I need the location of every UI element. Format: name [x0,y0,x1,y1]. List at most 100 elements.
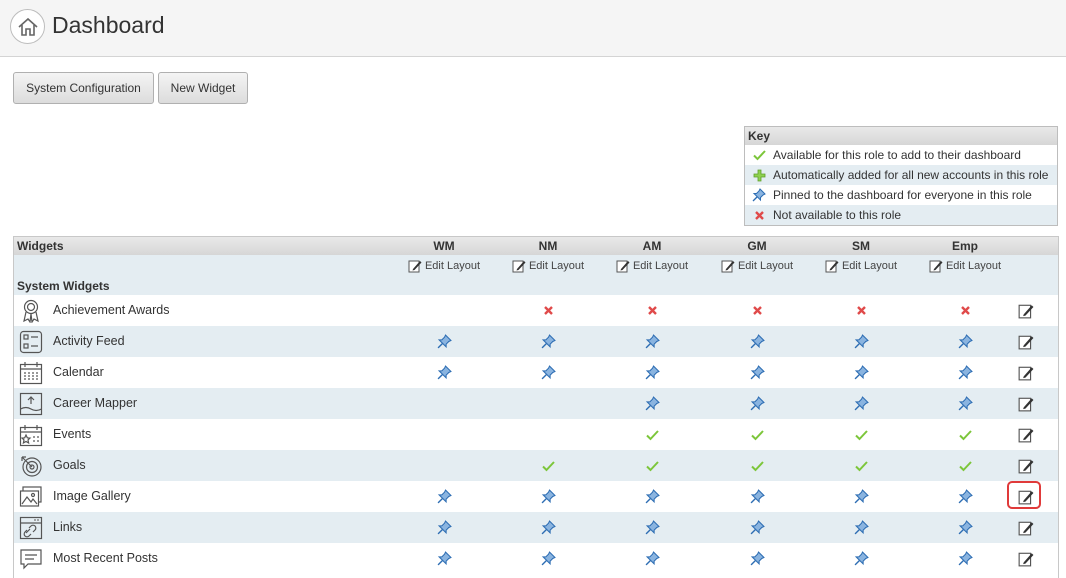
pin-icon [958,334,973,349]
role-cell-sm[interactable] [841,388,881,419]
edit-widget-button[interactable] [1011,543,1041,574]
edit-widget-button[interactable] [1007,481,1041,512]
role-cell-am[interactable] [632,481,672,512]
role-cell-sm[interactable] [841,326,881,357]
pin-icon [437,489,452,504]
role-cell-gm[interactable] [737,512,777,543]
role-cell-sm[interactable] [841,512,881,543]
role-cell-emp[interactable] [945,481,985,512]
new-widget-button[interactable]: New Widget [158,72,248,104]
role-cell-am[interactable] [632,512,672,543]
role-cell-sm[interactable] [841,419,881,450]
cross-icon [960,305,971,316]
pin-icon [645,489,660,504]
role-cell-am[interactable] [632,450,672,481]
check-icon [645,460,659,472]
role-cell-emp[interactable] [945,512,985,543]
edit-widget-button[interactable] [1011,512,1041,543]
edit-layout-row: Edit Layout Edit Layout Edit Layout Edit La… [14,255,1058,277]
role-cell-wm[interactable] [424,543,464,574]
role-cell-nm[interactable] [528,543,568,574]
role-cell-am[interactable] [632,295,672,326]
widget-name: Events [53,427,92,441]
role-cell-nm[interactable] [528,512,568,543]
role-cell-am[interactable] [632,543,672,574]
pin-icon [437,365,452,380]
key-legend: Key Available for this role to add to th… [744,126,1058,226]
widget-name: Career Mapper [53,396,138,410]
table-row: Links [14,512,1058,543]
section-title: System Widgets [14,277,1058,295]
edit-icon [1018,428,1034,442]
role-cell-gm[interactable] [737,326,777,357]
role-cell-emp[interactable] [945,450,985,481]
role-cell-gm[interactable] [737,357,777,388]
edit-widget-button[interactable] [1011,419,1041,450]
edit-layout-link-emp[interactable]: Edit Layout [925,255,1005,277]
role-cell-am[interactable] [632,357,672,388]
edit-widget-button[interactable] [1011,326,1041,357]
widget-name: Most Recent Posts [53,551,158,565]
role-cell-sm[interactable] [841,543,881,574]
role-cell-gm[interactable] [737,295,777,326]
role-cell-gm[interactable] [737,481,777,512]
role-cell-wm [424,295,464,326]
pin-icon [745,188,773,202]
edit-layout-link-nm[interactable]: Edit Layout [508,255,588,277]
role-cell-am[interactable] [632,326,672,357]
role-cell-sm[interactable] [841,295,881,326]
edit-widget-button[interactable] [1011,295,1041,326]
pin-icon [750,551,765,566]
role-cell-gm[interactable] [737,450,777,481]
role-cell-emp[interactable] [945,419,985,450]
role-cell-wm[interactable] [424,357,464,388]
key-title: Key [745,127,1057,145]
edit-layout-link-gm[interactable]: Edit Layout [717,255,797,277]
pin-icon [437,334,452,349]
pin-icon [958,551,973,566]
edit-icon [1018,397,1034,411]
role-cell-gm[interactable] [737,543,777,574]
edit-widget-button[interactable] [1011,357,1041,388]
edit-icon [512,260,526,273]
role-cell-am[interactable] [632,388,672,419]
role-cell-emp[interactable] [945,357,985,388]
plus-icon [745,169,773,182]
role-cell-emp[interactable] [945,326,985,357]
role-cell-nm[interactable] [528,295,568,326]
pin-icon [854,334,869,349]
edit-layout-link-am[interactable]: Edit Layout [612,255,692,277]
edit-icon [1018,335,1034,349]
role-cell-wm[interactable] [424,326,464,357]
role-cell-emp[interactable] [945,295,985,326]
role-cell-gm[interactable] [737,419,777,450]
pin-icon [750,520,765,535]
role-cell-nm[interactable] [528,326,568,357]
table-row: Activity Feed [14,326,1058,357]
role-cell-sm[interactable] [841,450,881,481]
role-cell-gm[interactable] [737,388,777,419]
role-cell-wm[interactable] [424,512,464,543]
edit-widget-button[interactable] [1011,450,1041,481]
role-cell-nm[interactable] [528,481,568,512]
edit-icon [616,260,630,273]
role-cell-emp[interactable] [945,543,985,574]
edit-layout-link-wm[interactable]: Edit Layout [404,255,484,277]
role-cell-am[interactable] [632,419,672,450]
key-item-pinned: Pinned to the dashboard for everyone in … [745,185,1057,205]
role-cell-sm[interactable] [841,357,881,388]
home-icon [17,17,38,36]
system-configuration-button[interactable]: System Configuration [13,72,154,104]
role-cell-nm[interactable] [528,450,568,481]
table-row: Most Recent Posts [14,543,1058,574]
link-icon [18,515,44,540]
home-button[interactable] [10,9,45,44]
role-cell-nm[interactable] [528,357,568,388]
check-icon [854,460,868,472]
role-cell-emp[interactable] [945,388,985,419]
edit-widget-button[interactable] [1011,388,1041,419]
pin-icon [958,396,973,411]
role-cell-sm[interactable] [841,481,881,512]
role-cell-wm[interactable] [424,481,464,512]
edit-layout-link-sm[interactable]: Edit Layout [821,255,901,277]
